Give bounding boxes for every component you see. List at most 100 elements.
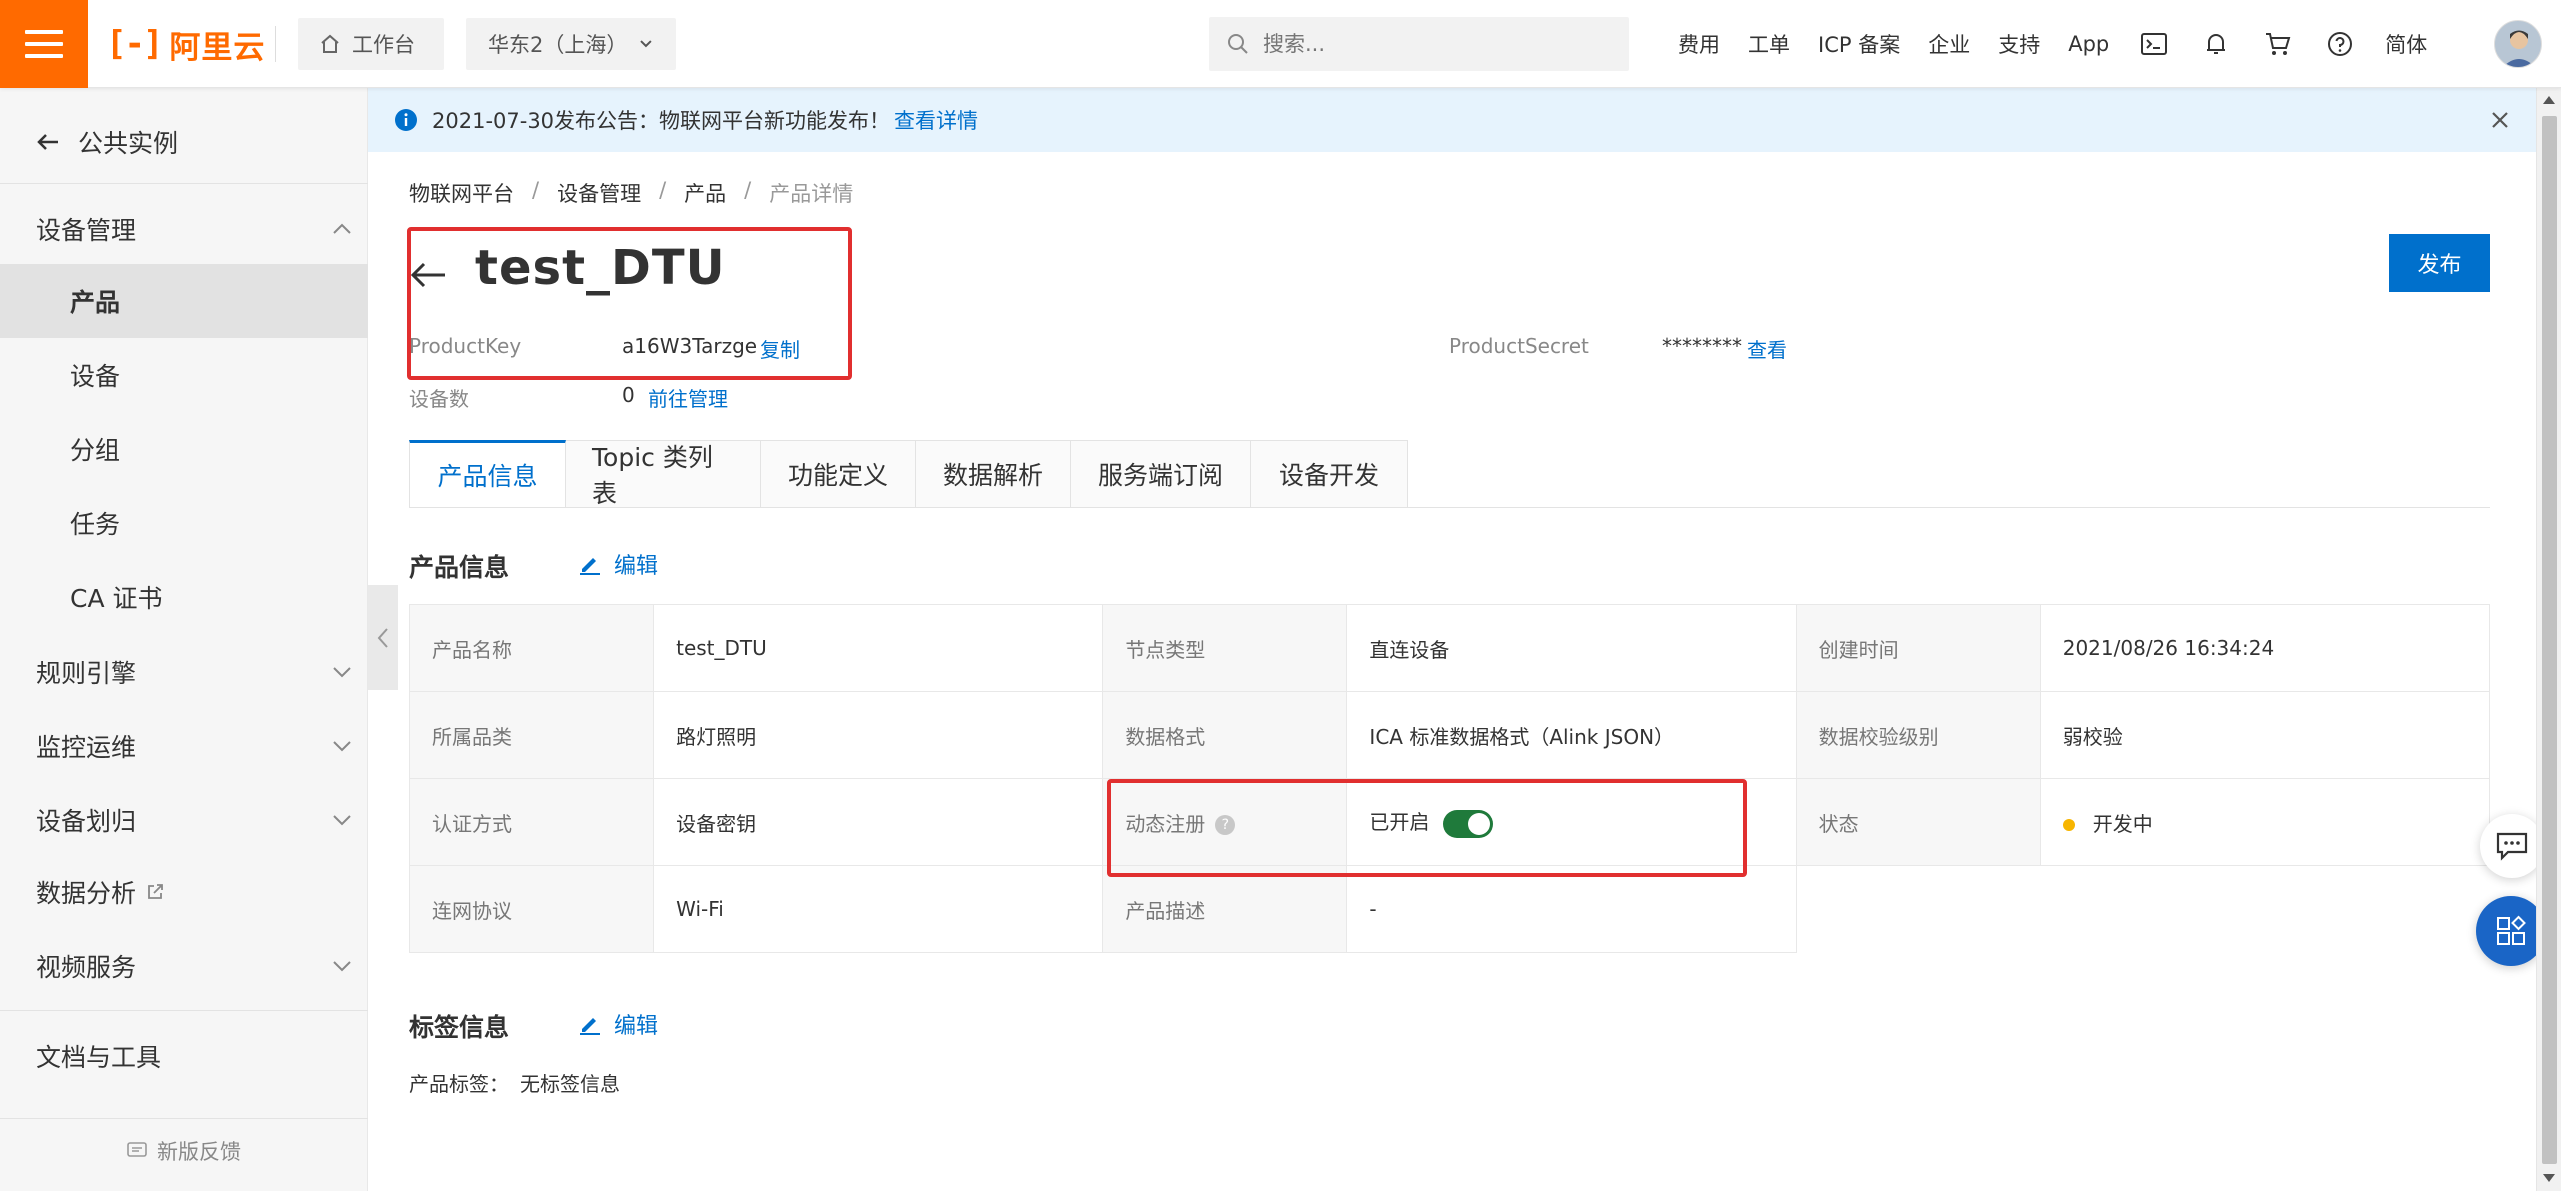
close-icon: [2492, 112, 2508, 128]
scroll-up-arrow-icon[interactable]: [2543, 96, 2555, 104]
sidebar-item-task[interactable]: 任务: [0, 486, 368, 560]
nav-enterprise[interactable]: 企业: [1914, 29, 1984, 59]
external-link-icon: [148, 884, 163, 899]
region-selector[interactable]: 华东2（上海）: [466, 18, 676, 70]
nav-ticket[interactable]: 工单: [1734, 29, 1804, 59]
tab-topic-list[interactable]: Topic 类列表: [566, 440, 761, 508]
field-label: 动态注册: [1125, 811, 1206, 836]
feedback-label: 新版反馈: [157, 1140, 241, 1164]
user-avatar[interactable]: [2494, 20, 2542, 68]
breadcrumb: 物联网平台 / 设备管理 / 产品 / 产品详情: [409, 178, 853, 208]
scroll-down-arrow-icon[interactable]: [2543, 1174, 2555, 1182]
back-to-instances[interactable]: 公共实例: [36, 124, 178, 160]
copy-product-key-button[interactable]: 复制: [760, 334, 800, 363]
pencil-icon: [580, 1018, 600, 1035]
field-label: 节点类型: [1102, 604, 1348, 692]
terminal-icon[interactable]: [2123, 0, 2185, 88]
info-icon: [395, 109, 417, 131]
field-value: Wi-Fi: [653, 865, 1104, 953]
sidebar-item-product[interactable]: 产品: [0, 264, 368, 338]
nav-icp[interactable]: ICP 备案: [1804, 29, 1914, 59]
feedback-button[interactable]: 新版反馈: [0, 1126, 368, 1176]
top-nav-links: 费用 工单 ICP 备案 企业 支持 App 简体: [1664, 0, 2441, 88]
chevron-down-icon: [640, 40, 652, 48]
empty-cell: [1796, 865, 2041, 953]
sidebar: 公共实例 设备管理 产品 设备 分组 任务 CA 证书 规则引擎 监控运维 设备…: [0, 88, 368, 1191]
logo-text: 阿里云: [169, 29, 266, 66]
search-input[interactable]: [1263, 32, 1603, 56]
product-key-value: a16W3Tarzge: [622, 334, 758, 358]
empty-cell: [2040, 865, 2490, 953]
cart-icon[interactable]: [2247, 0, 2309, 88]
tab-product-info[interactable]: 产品信息: [409, 440, 566, 508]
view-product-secret-button[interactable]: 查看: [1747, 334, 1787, 363]
sidebar-group-rules[interactable]: 规则引擎: [0, 636, 368, 708]
sidebar-collapse-button[interactable]: [368, 585, 398, 690]
home-icon: [321, 34, 339, 53]
tab-data-parsing[interactable]: 数据解析: [916, 440, 1071, 508]
field-value: 直连设备: [1346, 604, 1797, 692]
aliyun-logo[interactable]: [-] 阿里云: [106, 22, 265, 66]
sidebar-group-monitoring[interactable]: 监控运维: [0, 710, 368, 782]
field-label: 数据格式: [1102, 691, 1348, 779]
sidebar-item-device[interactable]: 设备: [0, 338, 368, 412]
scrollbar-thumb[interactable]: [2542, 116, 2557, 1164]
edit-label: 编辑: [614, 554, 659, 579]
edit-product-info-button[interactable]: 编辑: [578, 548, 658, 580]
question-icon[interactable]: ?: [1215, 815, 1236, 835]
section-title-product-info: 产品信息: [409, 553, 510, 582]
table-row: 连网协议 Wi-Fi 产品描述 -: [408, 865, 2490, 953]
divider: [409, 507, 2490, 508]
workbench-button[interactable]: 工作台: [298, 18, 444, 70]
sidebar-group-label: 设备管理: [36, 216, 137, 245]
avatar-icon: [2503, 30, 2535, 67]
tab-function-definition[interactable]: 功能定义: [761, 440, 916, 508]
product-key-label: ProductKey: [409, 334, 522, 358]
breadcrumb-iot-platform[interactable]: 物联网平台: [409, 178, 514, 208]
search-box[interactable]: [1209, 17, 1629, 71]
sidebar-group-label: 规则引擎: [36, 659, 137, 688]
sidebar-item-group[interactable]: 分组: [0, 412, 368, 486]
nav-billing[interactable]: 费用: [1664, 29, 1734, 59]
breadcrumb-product[interactable]: 产品: [684, 178, 726, 208]
hamburger-menu-button[interactable]: [0, 0, 88, 88]
field-label: 认证方式: [408, 778, 655, 866]
field-value: 弱校验: [2039, 691, 2491, 779]
sidebar-group-device-assign[interactable]: 设备划归: [0, 784, 368, 856]
language-switch[interactable]: 简体: [2371, 29, 2441, 59]
manage-devices-link[interactable]: 前往管理: [648, 383, 728, 412]
chevron-up-icon: [333, 223, 351, 234]
sidebar-docs-tools[interactable]: 文档与工具: [0, 1020, 368, 1092]
banner-close-button[interactable]: [2484, 104, 2516, 136]
dynamic-register-toggle[interactable]: [1443, 809, 1494, 838]
sidebar-item-ca-cert[interactable]: CA 证书: [0, 560, 368, 634]
tab-device-development[interactable]: 设备开发: [1251, 440, 1408, 508]
nav-support[interactable]: 支持: [1984, 29, 2054, 59]
sidebar-group-device-mgmt[interactable]: 设备管理: [0, 193, 368, 265]
publish-button[interactable]: 发布: [2389, 234, 2490, 292]
nav-app[interactable]: App: [2054, 32, 2123, 56]
breadcrumb-device-mgmt[interactable]: 设备管理: [557, 178, 641, 208]
banner-details-link[interactable]: 查看详情: [894, 105, 978, 135]
chevron-down-icon: [333, 815, 351, 826]
chevron-down-icon: [333, 961, 351, 972]
section-title-tag-info: 标签信息: [409, 1013, 510, 1042]
chat-button[interactable]: [2480, 814, 2544, 878]
sidebar-group-video[interactable]: 视频服务: [0, 930, 368, 1002]
region-label: 华东2（上海）: [488, 33, 628, 57]
field-value: test_DTU: [653, 604, 1104, 692]
bell-icon[interactable]: [2185, 0, 2247, 88]
help-icon[interactable]: [2309, 0, 2371, 88]
workbench-label: 工作台: [352, 33, 415, 57]
banner-text: 2021-07-30发布公告：物联网平台新功能发布！: [432, 109, 891, 133]
page-scrollbar[interactable]: [2536, 88, 2561, 1191]
table-row: 产品名称 test_DTU 节点类型 直连设备 创建时间 2021/08/26 …: [408, 604, 2491, 692]
sidebar-group-data-analysis[interactable]: 数据分析: [0, 856, 368, 928]
sidebar-group-label: 设备划归: [36, 807, 137, 836]
field-label: 所属品类: [408, 691, 655, 779]
edit-tag-info-button[interactable]: 编辑: [578, 1008, 658, 1040]
tags-value: 无标签信息: [520, 1072, 620, 1096]
back-arrow-icon[interactable]: [409, 260, 447, 290]
product-tabs: 产品信息 Topic 类列表 功能定义 数据解析 服务端订阅 设备开发: [409, 440, 1408, 508]
tab-server-subscription[interactable]: 服务端订阅: [1071, 440, 1251, 508]
